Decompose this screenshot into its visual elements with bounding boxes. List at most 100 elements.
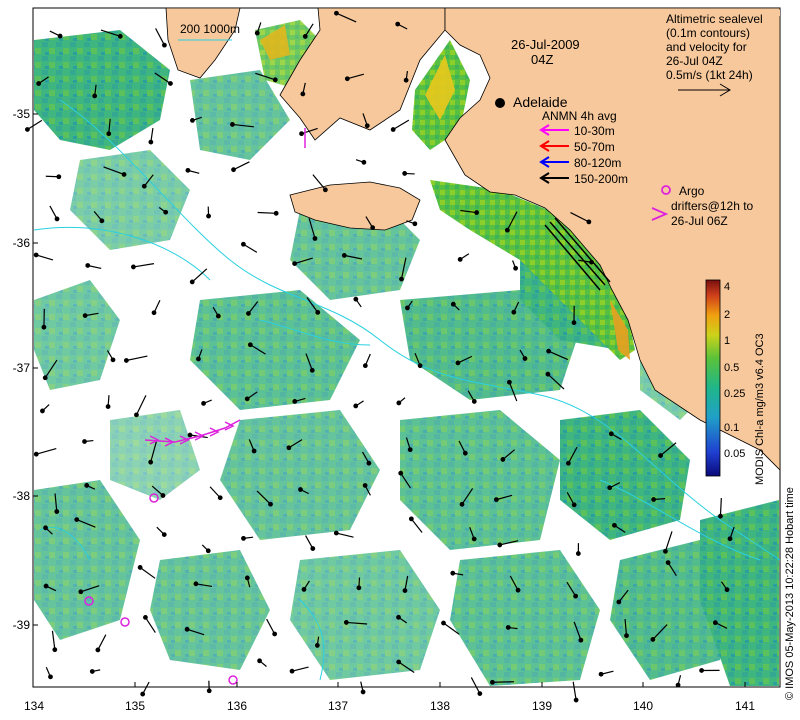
velocity-arrow-head bbox=[362, 363, 368, 369]
velocity-arrow-head bbox=[408, 516, 414, 522]
velocity-arrow-head bbox=[42, 375, 48, 381]
velocity-arrow-head bbox=[162, 42, 167, 48]
velocity-arrow-head bbox=[33, 252, 39, 258]
velocity-arrow-head bbox=[608, 431, 614, 437]
anmn-legend-title: ANMN 4h avg bbox=[542, 109, 617, 123]
velocity-arrow-head bbox=[302, 34, 308, 39]
velocity-arrow-head bbox=[187, 432, 193, 438]
colorbar-tick: 2 bbox=[724, 309, 731, 321]
anmn-legend-item: 50-70m bbox=[574, 140, 615, 154]
velocity-arrow-head bbox=[54, 216, 60, 222]
velocity-arrow-head bbox=[571, 320, 577, 326]
velocity-arrow-head bbox=[573, 697, 579, 703]
velocity-arrow-head bbox=[322, 187, 328, 193]
velocity-arrow-head bbox=[718, 513, 723, 519]
velocity-arrow-head bbox=[206, 688, 212, 694]
velocity-arrow-head bbox=[148, 459, 154, 465]
colorbar-label: MODIS Chl-a mg/m3 v6.4 OC3 bbox=[754, 333, 766, 485]
velocity-arrow-head bbox=[727, 536, 733, 542]
altimetry-legend-line: and velocity for bbox=[666, 40, 747, 54]
colorbar-tick: 0.1 bbox=[724, 422, 740, 434]
velocity-arrow-head bbox=[43, 583, 49, 589]
x-tick-label: 140 bbox=[632, 699, 654, 713]
velocity-arrow-head bbox=[190, 118, 195, 123]
velocity-arrow-head bbox=[586, 219, 592, 225]
city-label-adelaide: Adelaide bbox=[513, 94, 568, 110]
velocity-arrow-head bbox=[506, 379, 512, 385]
velocity-arrow-head bbox=[95, 647, 101, 653]
velocity-arrow-head bbox=[565, 460, 571, 466]
anmn-legend-item: 10-30m bbox=[574, 124, 615, 138]
velocity-arrow-head bbox=[511, 309, 517, 315]
map-date: 26-Jul-2009 bbox=[511, 37, 580, 52]
velocity-arrow-head bbox=[462, 450, 468, 456]
velocity-arrow-head bbox=[402, 588, 408, 594]
velocity-arrow-head bbox=[54, 509, 60, 514]
x-tick-label: 141 bbox=[734, 699, 756, 713]
velocity-arrow-head bbox=[196, 356, 201, 362]
colorbar-tick: 4 bbox=[724, 281, 731, 293]
colorbar-tick: 0.25 bbox=[724, 388, 746, 400]
y-tick-label: -37 bbox=[12, 361, 30, 375]
colorbar bbox=[705, 279, 721, 477]
velocity-arrow-head bbox=[189, 279, 195, 285]
velocity-arrow-head bbox=[141, 183, 147, 189]
velocity-arrow-head bbox=[545, 371, 551, 377]
altimetry-legend-line: Altimetric sealevel bbox=[666, 12, 763, 26]
velocity-arrow-head bbox=[163, 209, 169, 215]
colorbar-tick: 0.5 bbox=[724, 362, 740, 374]
velocity-arrow-head bbox=[217, 495, 223, 501]
velocity-arrow-head bbox=[36, 81, 42, 86]
colorbar-tick: 1 bbox=[724, 335, 731, 347]
velocity-arrow-head bbox=[546, 348, 552, 354]
velocity-arrow-head bbox=[310, 546, 316, 551]
velocity-arrow-head bbox=[33, 451, 39, 457]
velocity-arrow-head bbox=[651, 497, 657, 502]
credit-text: © IMOS 05-May-2013 10:22:28 Hobart time bbox=[784, 487, 796, 700]
y-tick-label: -36 bbox=[12, 236, 30, 250]
velocity-arrow-head bbox=[244, 396, 250, 402]
velocity-arrow-head bbox=[193, 581, 199, 587]
velocity-arrow-head bbox=[82, 439, 87, 444]
velocity-arrow-head bbox=[364, 123, 370, 129]
velocity-arrow-head bbox=[403, 77, 409, 83]
velocity-arrow-head bbox=[624, 633, 629, 639]
velocity-arrow-head bbox=[405, 305, 410, 311]
x-tick-label: 137 bbox=[327, 699, 349, 713]
velocity-arrow-head bbox=[205, 548, 211, 554]
velocity-arrow-head bbox=[724, 587, 730, 593]
velocity-arrow-head bbox=[82, 313, 88, 318]
velocity-arrow-head bbox=[699, 668, 705, 673]
velocity-arrow-head bbox=[300, 91, 306, 97]
velocity-arrow-head bbox=[312, 236, 318, 241]
velocity-arrow-head bbox=[675, 682, 681, 688]
velocity-arrow-head bbox=[301, 587, 307, 592]
velocity-arrow-head bbox=[457, 257, 463, 262]
velocity-arrow-head bbox=[25, 127, 30, 132]
anmn-legend-item: 150-200m bbox=[574, 172, 629, 186]
velocity-arrow-head bbox=[105, 404, 111, 409]
velocity-arrow-head bbox=[161, 532, 167, 537]
velocity-arrow-head bbox=[78, 589, 84, 595]
anmn-legend-item: 80-120m bbox=[574, 156, 622, 170]
velocity-arrow-head bbox=[573, 593, 579, 599]
velocity-arrow-head bbox=[402, 171, 408, 176]
velocity-arrow-head bbox=[513, 265, 518, 271]
velocity-arrow-head bbox=[353, 403, 359, 409]
velocity-arrow-head bbox=[455, 360, 461, 366]
velocity-arrow-head bbox=[571, 502, 577, 508]
velocity-arrow-head bbox=[254, 30, 260, 36]
velocity-arrow-head bbox=[522, 356, 528, 361]
velocity-arrow-head bbox=[168, 81, 173, 86]
velocity-arrow-head bbox=[578, 637, 584, 643]
velocity-arrow-head bbox=[712, 620, 718, 626]
velocity-arrow-head bbox=[99, 218, 105, 224]
altimetry-legend-line: 0.5m/s (1kt 24h) bbox=[666, 68, 753, 82]
velocity-arrow-head bbox=[361, 159, 367, 165]
velocity-arrow-head bbox=[286, 445, 292, 451]
map-canvas bbox=[25, 7, 781, 703]
velocity-arrow-head bbox=[417, 363, 423, 369]
velocity-arrow-head bbox=[315, 309, 321, 315]
argo-legend-line: 26-Jul 06Z bbox=[671, 214, 728, 228]
altimetry-legend-line: 26-Jul 04Z bbox=[666, 54, 723, 68]
